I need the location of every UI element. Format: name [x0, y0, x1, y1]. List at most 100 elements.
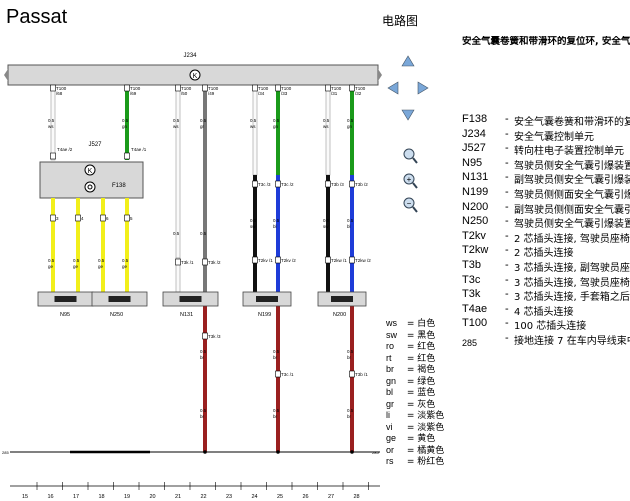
connector-pin — [50, 84, 56, 92]
legend-dash: - — [505, 215, 509, 228]
legend-text: 驾驶员侧安全气囊引爆装置 — [514, 160, 630, 172]
wire-lower — [101, 198, 105, 292]
pin-label: T3k /1 — [181, 260, 194, 265]
pan-up-icon[interactable] — [401, 55, 415, 67]
color-name: 黑色 — [417, 330, 436, 341]
wire-color-label: gn — [347, 124, 353, 129]
device-label: N95 — [60, 312, 70, 318]
wire-color-label: br — [200, 414, 205, 419]
wire-color-label: ge — [73, 264, 79, 269]
ground-junction — [276, 450, 280, 454]
color-row: vi = 淡紫色 — [386, 422, 444, 434]
legend-code: 285 — [462, 338, 478, 348]
wire-size-label: 0.5 — [273, 408, 280, 413]
color-code: rs — [386, 456, 394, 466]
legend-dash: - — [505, 200, 509, 213]
wire-lower — [76, 198, 80, 292]
wire-size-label: 0.5 — [347, 218, 354, 223]
column-number: 23 — [226, 494, 232, 500]
color-code: or — [386, 444, 395, 455]
pan-left-icon[interactable] — [387, 81, 399, 95]
color-name: 粉红色 — [417, 457, 445, 467]
wire-size-label: 0.5 — [273, 118, 280, 123]
pan-right-icon[interactable] — [417, 81, 429, 95]
wire-color-label: gn — [122, 124, 128, 129]
column-number: 21 — [175, 494, 181, 500]
wire-color-label: br — [273, 414, 278, 419]
legend-text: 驾驶员侧侧面安全气囊引爆装置 — [514, 190, 630, 201]
color-name: 蓝色 — [417, 388, 436, 398]
column-number: 15 — [22, 494, 28, 500]
wire-color-label: br — [347, 355, 352, 360]
legend-dash: - — [505, 332, 509, 344]
color-code: rt — [386, 352, 392, 363]
legend-code: N131 — [462, 171, 489, 184]
wire-size-label: 0.5 — [122, 118, 129, 123]
device-squib — [179, 296, 202, 302]
legend-text: 接地连接 7 在车内导线束中 — [514, 336, 630, 347]
legend-dash: - — [505, 244, 509, 257]
connector-pin — [275, 180, 281, 188]
legend-dash: - — [505, 317, 509, 330]
wire-size-label: 0.5 — [347, 349, 354, 354]
pin-number: /34 — [258, 91, 265, 96]
zoom-in-icon[interactable]: + — [403, 173, 418, 189]
color-equals: = — [404, 434, 418, 444]
wire-color-label: ge — [48, 264, 54, 269]
color-row: rt = 红色 — [386, 353, 444, 365]
pin-number: 4 — [81, 216, 84, 221]
pin-label: T3b /1 — [355, 372, 368, 377]
zoom-out-icon[interactable]: − — [403, 197, 418, 213]
connector-pin — [124, 152, 130, 160]
color-name: 白色 — [417, 319, 436, 329]
legend-code: J234 — [462, 127, 486, 140]
wire-color-label: ws — [323, 124, 329, 129]
legend-dash: - — [505, 259, 509, 271]
clockspring-icon — [84, 181, 96, 193]
zoom-icon[interactable] — [403, 148, 418, 164]
color-equals: = — [404, 457, 418, 467]
color-name: 红色 — [417, 342, 436, 352]
pin-label: T3c /1 — [281, 372, 294, 377]
column-number: 26 — [303, 494, 309, 500]
legend-code: N250 — [462, 215, 489, 228]
wire-color-label: gr — [200, 124, 205, 129]
pin-number: /32 — [355, 91, 362, 96]
pin-number: 6 — [106, 216, 109, 221]
pin-label: T2kw /1 — [331, 258, 347, 263]
connector-pin — [175, 258, 181, 266]
wire-ground — [350, 306, 354, 452]
device-label: N200 — [333, 312, 346, 318]
color-code: bl — [386, 387, 394, 397]
column-number: 19 — [124, 494, 130, 500]
connector-pin — [100, 214, 106, 222]
color-equals: = — [404, 411, 418, 421]
connector-pin — [349, 370, 355, 378]
legend-code: T3b — [462, 259, 481, 271]
pan-down-icon[interactable] — [401, 109, 415, 121]
connector-pin — [275, 84, 281, 92]
connector-pin — [75, 214, 81, 222]
ecu-label: J234 — [183, 53, 197, 59]
column-number: 22 — [201, 494, 207, 500]
legend-code: N95 — [462, 156, 483, 169]
pin-label: T3k /2 — [208, 260, 221, 265]
color-row: bl = 蓝色 — [386, 387, 444, 399]
connector-pin — [349, 180, 355, 188]
legend-code: T2kv — [462, 229, 486, 242]
diagram-description: 安全气囊卷簧和带滑环的复位环, 安全气囊控制单元, 驾驶员侧安全气囊引爆装置 1… — [462, 36, 630, 47]
wire-size-label: 0.5 — [122, 258, 129, 263]
legend-code: F138 — [462, 113, 488, 125]
ecu-bar-right-end — [378, 69, 382, 81]
ecu-bar-left-end — [4, 69, 8, 81]
connector-pin — [202, 84, 208, 92]
ground-junction — [203, 450, 207, 454]
color-code: ge — [386, 433, 397, 443]
steering-symbol-glyph: K — [88, 168, 93, 175]
ground-junction — [350, 450, 354, 454]
color-name: 淡紫色 — [417, 422, 445, 433]
device-squib — [256, 296, 278, 302]
column-number: 17 — [73, 494, 79, 500]
wire-size-label: 0.5 — [200, 118, 207, 123]
wire-color-label: sw — [323, 224, 329, 229]
